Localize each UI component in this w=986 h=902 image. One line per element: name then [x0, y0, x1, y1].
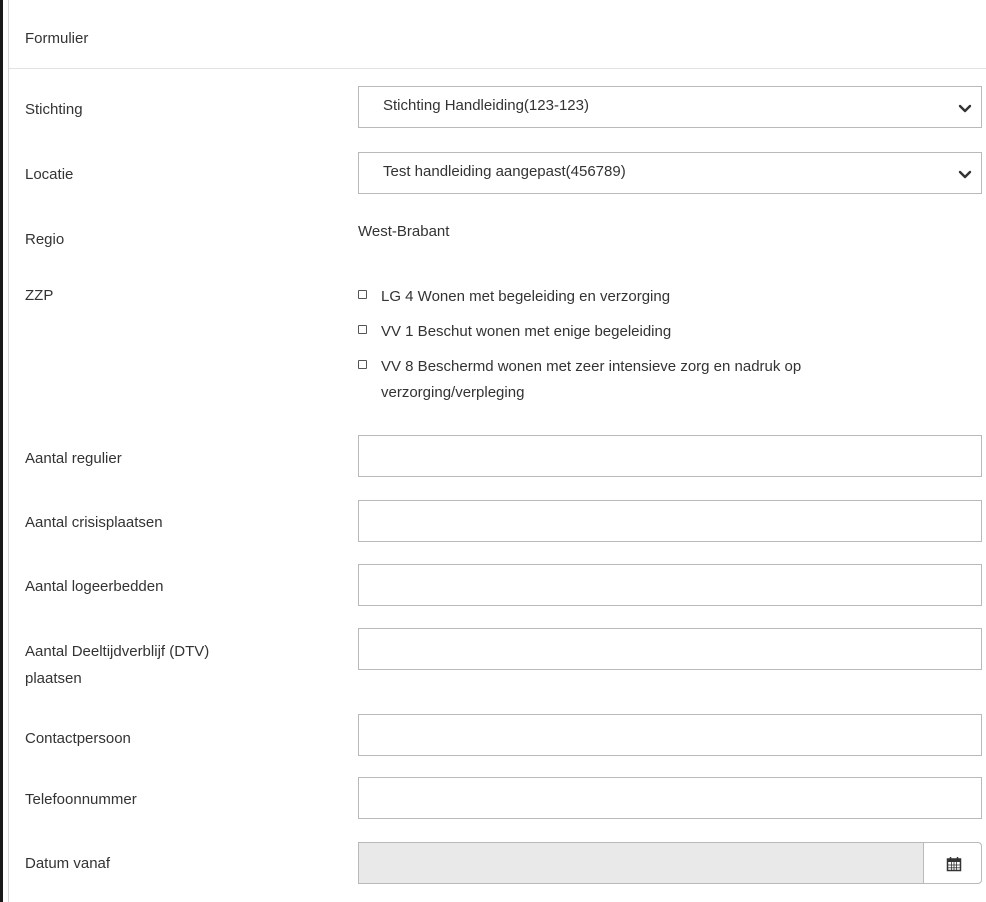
- aantal-regulier-input[interactable]: [358, 435, 982, 477]
- zzp-option-vv8[interactable]: VV 8 Beschermd wonen met zeer intensieve…: [358, 355, 958, 411]
- datum-vanaf-input[interactable]: [358, 842, 924, 884]
- calendar-icon: [946, 857, 962, 872]
- regio-label: Regio: [25, 231, 65, 248]
- stichting-selected-value: Stichting Handleiding(123-123): [383, 97, 589, 114]
- form-window: Formulier Stichting Stichting Handleidin…: [0, 0, 986, 902]
- locatie-label: Locatie: [25, 166, 74, 183]
- stichting-label: Stichting: [25, 101, 83, 118]
- aantal-logeerbedden-label: Aantal logeerbedden: [25, 578, 164, 595]
- zzp-vv1-checkbox[interactable]: [358, 325, 367, 334]
- panel-title: Formulier: [25, 30, 89, 47]
- chevron-down-icon: [958, 170, 972, 179]
- zzp-option-label: VV 1 Beschut wonen met enige begeleiding: [381, 323, 672, 340]
- contactpersoon-label: Contactpersoon: [25, 730, 131, 747]
- telefoonnummer-label: Telefoonnummer: [25, 791, 137, 808]
- aantal-dtv-label-line1: Aantal Deeltijdverblijf (DTV): [25, 643, 210, 660]
- aantal-logeerbedden-input[interactable]: [358, 564, 982, 606]
- zzp-label: ZZP: [25, 287, 54, 304]
- locatie-select[interactable]: Test handleiding aangepast(456789): [358, 152, 982, 194]
- zzp-option-label-line2: verzorging/verpleging: [381, 384, 525, 401]
- zzp-lg4-checkbox[interactable]: [358, 290, 367, 299]
- aantal-crisisplaatsen-label: Aantal crisisplaatsen: [25, 514, 163, 531]
- aantal-dtv-label-line2: plaatsen: [25, 670, 82, 687]
- contactpersoon-input[interactable]: [358, 714, 982, 756]
- telefoonnummer-input[interactable]: [358, 777, 982, 819]
- stichting-select[interactable]: Stichting Handleiding(123-123): [358, 86, 982, 128]
- datum-vanaf-label: Datum vanaf: [25, 855, 111, 872]
- zzp-option-label: LG 4 Wonen met begeleiding en verzorging: [381, 288, 671, 305]
- form-panel: Formulier Stichting Stichting Handleidin…: [8, 0, 986, 902]
- locatie-selected-value: Test handleiding aangepast(456789): [383, 163, 626, 180]
- date-picker-button[interactable]: [923, 842, 982, 884]
- zzp-option-label-line1: VV 8 Beschermd wonen met zeer intensieve…: [381, 358, 802, 375]
- panel-header: Formulier: [9, 0, 986, 69]
- window-edge: [0, 0, 3, 902]
- aantal-crisisplaatsen-input[interactable]: [358, 500, 982, 542]
- aantal-regulier-label: Aantal regulier: [25, 450, 122, 467]
- aantal-dtv-input[interactable]: [358, 628, 982, 670]
- chevron-down-icon: [958, 104, 972, 113]
- zzp-vv8-checkbox[interactable]: [358, 360, 367, 369]
- regio-value: West-Brabant: [358, 223, 450, 240]
